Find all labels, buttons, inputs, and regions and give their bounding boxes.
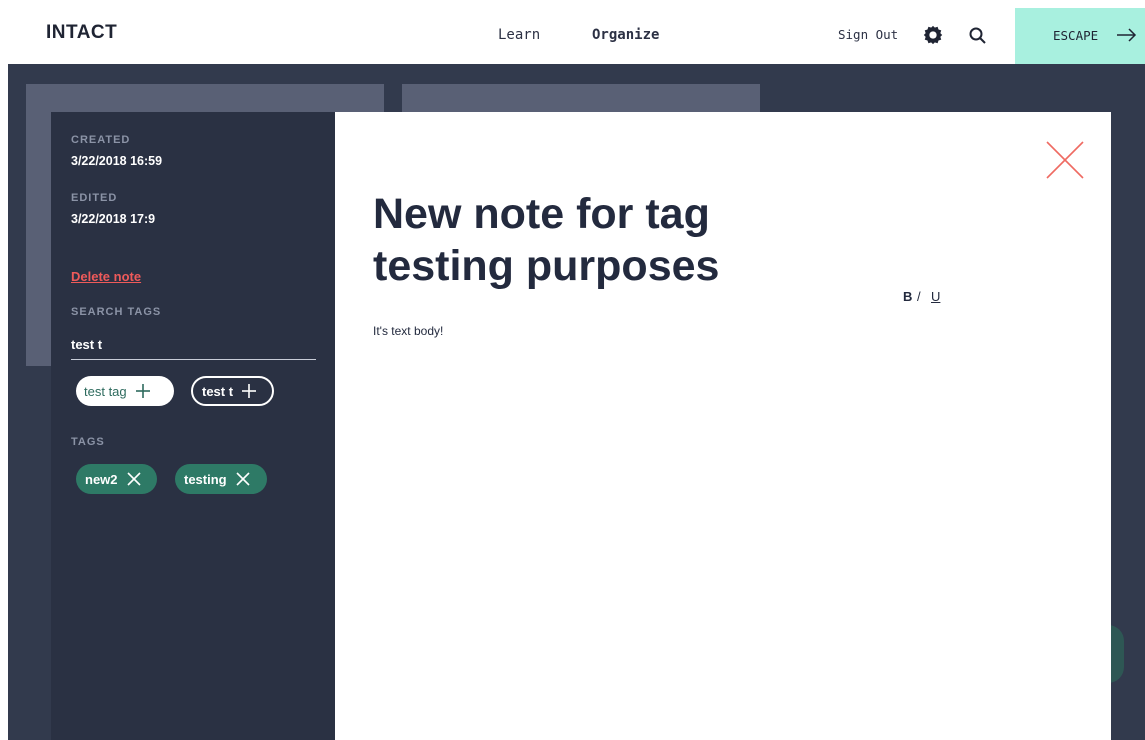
sign-out-link[interactable]: Sign Out <box>838 27 898 42</box>
arrow-right-icon <box>1117 28 1137 42</box>
note-editor: New note for tag testing purposes B / U … <box>335 112 1111 740</box>
search-icon[interactable] <box>968 26 988 46</box>
x-icon[interactable] <box>236 472 250 486</box>
format-separator: / <box>917 289 921 304</box>
edited-label: EDITED <box>71 192 118 204</box>
tag-chip[interactable]: testing <box>175 464 267 494</box>
note-sidebar: CREATED 3/22/2018 16:59 EDITED 3/22/2018… <box>51 112 335 740</box>
gear-icon[interactable] <box>922 24 944 46</box>
escape-label: ESCAPE <box>1053 28 1099 43</box>
plus-icon <box>135 384 150 398</box>
note-title[interactable]: New note for tag testing purposes <box>373 188 843 292</box>
edited-value: 3/22/2018 17:9 <box>71 212 156 226</box>
nav-organize[interactable]: Organize <box>592 27 659 43</box>
top-nav: INTACT Learn Organize Sign Out ESCAPE <box>0 0 1145 64</box>
search-tags-label: SEARCH TAGS <box>71 306 162 318</box>
tags-label: TAGS <box>71 436 105 448</box>
bold-button[interactable]: B <box>903 289 912 304</box>
delete-note-link[interactable]: Delete note <box>71 269 141 284</box>
background-note-card <box>402 84 760 114</box>
nav-learn[interactable]: Learn <box>498 27 540 43</box>
tag-suggestion[interactable]: test tag <box>76 376 174 406</box>
tag-suggestion[interactable]: test t <box>191 376 274 406</box>
note-body[interactable]: It's text body! <box>373 324 1053 338</box>
x-icon[interactable] <box>126 472 141 486</box>
close-icon[interactable] <box>1045 140 1085 180</box>
underline-button[interactable]: U <box>931 289 940 304</box>
tag-suggestion-label: test t <box>202 383 234 399</box>
tag-suggestion-label: test tag <box>84 383 127 399</box>
plus-icon <box>242 384 257 398</box>
tag-chip-label: new2 <box>85 471 118 487</box>
tag-chip[interactable]: new2 <box>76 464 157 494</box>
created-label: CREATED <box>71 134 131 146</box>
created-value: 3/22/2018 16:59 <box>71 154 163 168</box>
escape-button[interactable]: ESCAPE <box>1015 8 1145 64</box>
tag-search-input[interactable] <box>71 330 316 360</box>
logo[interactable]: INTACT <box>46 22 117 44</box>
tag-chip-label: testing <box>184 471 227 487</box>
